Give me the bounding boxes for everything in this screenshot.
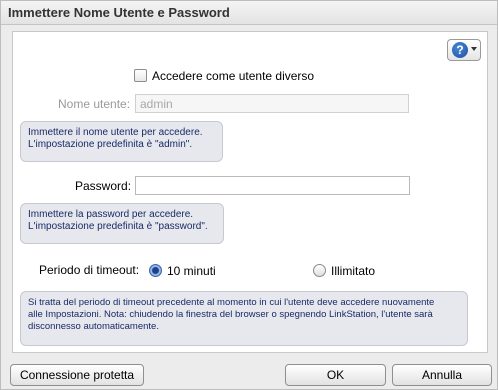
username-label: Nome utente: (58, 97, 131, 111)
timeout-10-minutes-radio[interactable] (149, 264, 162, 277)
alt-user-label: Accedere come utente diverso (152, 69, 315, 83)
username-field[interactable] (135, 94, 409, 113)
password-label: Password: (75, 179, 132, 193)
timeout-hint-line-3: disconnesso automaticamente. (28, 321, 159, 332)
timeout-unlimited-label: Illimitato (331, 264, 376, 278)
dialog-title-bar: Immettere Nome Utente e Password (1, 1, 497, 25)
password-field[interactable] (135, 176, 410, 195)
chevron-down-icon (471, 47, 477, 51)
dialog-content-panel: ? Accedere come utente diverso Nome uten… (12, 31, 488, 353)
cancel-button[interactable]: Annulla (392, 364, 492, 386)
timeout-unlimited-radio[interactable] (313, 264, 326, 277)
username-hint-line-2: L'impostazione predefinita è "admin". (28, 139, 193, 150)
timeout-hint-line-1: Si tratta del periodo di timeout precede… (28, 297, 435, 308)
timeout-label: Periodo di timeout: (39, 263, 140, 277)
timeout-10-minutes-label: 10 minuti (167, 264, 216, 278)
alt-user-checkbox[interactable] (134, 69, 147, 82)
password-hint-line-1: Immettere la password per accedere. (28, 209, 194, 220)
username-hint: Immettere il nome utente per accedere. L… (20, 121, 223, 162)
username-hint-line-1: Immettere il nome utente per accedere. (28, 127, 203, 138)
timeout-hint: Si tratta del periodo di timeout precede… (20, 291, 468, 346)
help-icon: ? (452, 42, 468, 58)
login-dialog: Immettere Nome Utente e Password ? Acced… (0, 0, 498, 390)
dialog-title: Immettere Nome Utente e Password (8, 5, 230, 20)
password-hint-line-2: L'impostazione predefinita è "password". (28, 221, 208, 232)
help-button[interactable]: ? (447, 39, 481, 61)
password-hint: Immettere la password per accedere. L'im… (20, 203, 224, 244)
secure-connection-button[interactable]: Connessione protetta (10, 364, 144, 386)
timeout-hint-line-2: alle Impostazioni. Nota: chiudendo la fi… (28, 309, 433, 320)
ok-button[interactable]: OK (285, 364, 386, 386)
